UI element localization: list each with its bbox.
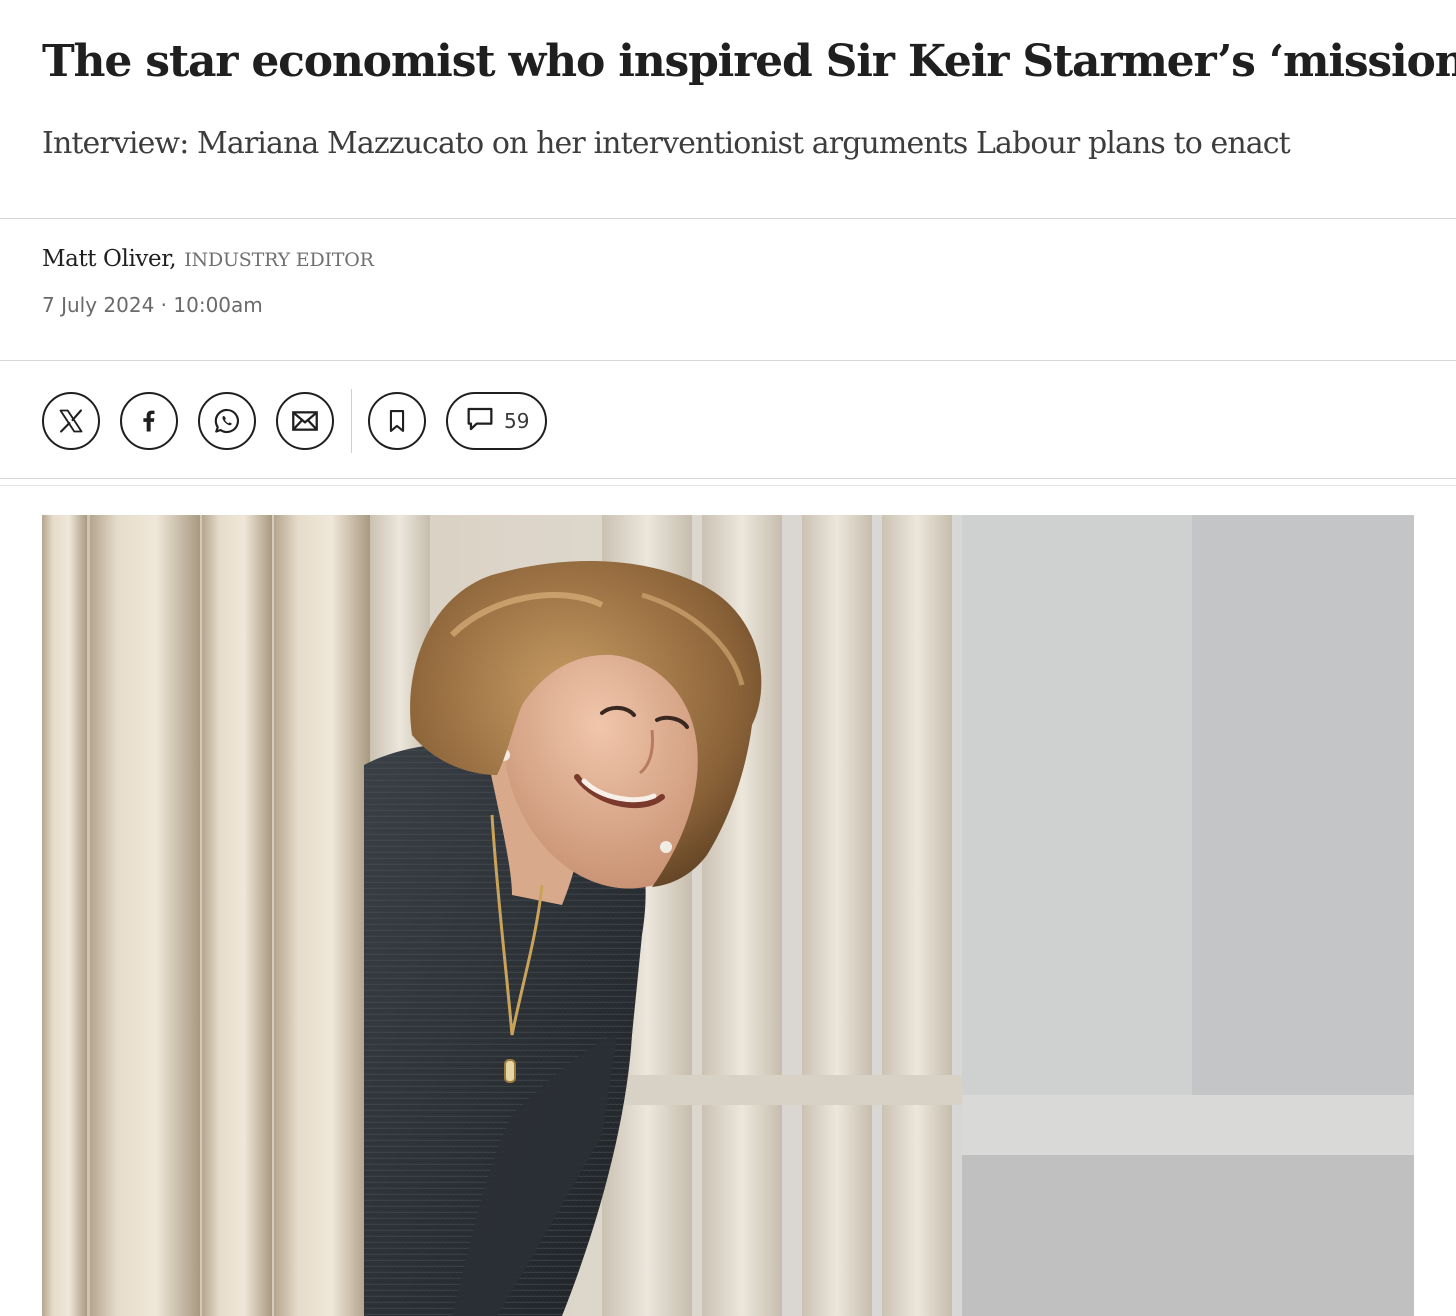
- share-bar: 59: [42, 389, 548, 453]
- email-icon: [289, 405, 321, 437]
- divider-top: [0, 218, 1456, 219]
- divider-bottom: [0, 478, 1456, 479]
- comment-count: 59: [504, 409, 530, 433]
- article-standfirst: Interview: Mariana Mazzucato on her inte…: [42, 126, 1291, 161]
- share-whatsapp-button[interactable]: [198, 392, 256, 450]
- comment-icon: [464, 403, 496, 440]
- hero-photo: [42, 515, 1414, 1316]
- facebook-icon: [135, 407, 163, 435]
- divider-bottom-secondary: [0, 485, 1456, 486]
- author-name[interactable]: Matt Oliver,: [42, 246, 177, 272]
- headline-block: The star economist who inspired Sir Keir…: [42, 32, 1456, 92]
- comments-button[interactable]: 59: [446, 392, 548, 450]
- byline: Matt Oliver, INDUSTRY EDITOR: [42, 246, 374, 272]
- author-role: INDUSTRY EDITOR: [184, 249, 374, 271]
- share-divider: [351, 389, 352, 453]
- dateline: 7 July 2024 · 10:00am: [42, 293, 263, 317]
- whatsapp-icon: [212, 406, 242, 436]
- date-separator: ·: [160, 293, 168, 317]
- share-x-button[interactable]: [42, 392, 100, 450]
- bookmark-icon: [383, 407, 411, 435]
- article-headline: The star economist who inspired Sir Keir…: [42, 36, 1456, 87]
- bookmark-button[interactable]: [368, 392, 426, 450]
- share-facebook-button[interactable]: [120, 392, 178, 450]
- publish-time: 10:00am: [173, 293, 263, 317]
- x-icon: [57, 407, 85, 435]
- divider-middle: [0, 360, 1456, 361]
- share-email-button[interactable]: [276, 392, 334, 450]
- publish-date: 7 July 2024: [42, 293, 155, 317]
